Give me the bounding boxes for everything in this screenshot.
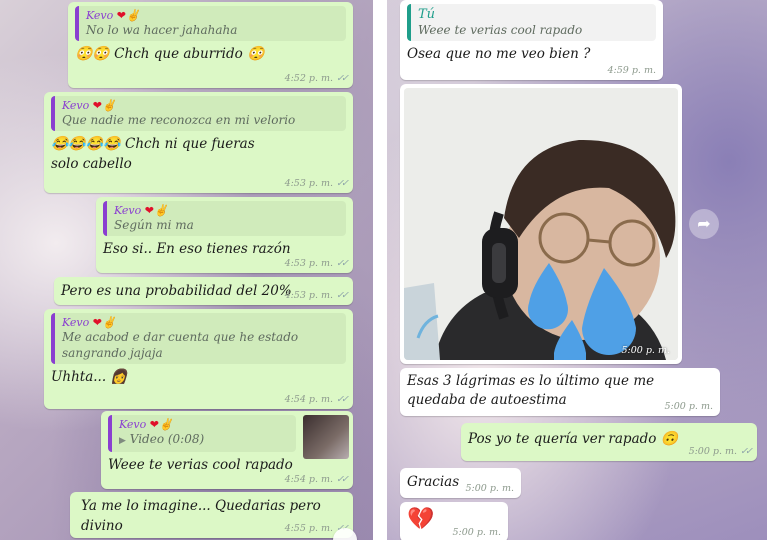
message-text: Eso si.. En eso tienes razón [103, 241, 291, 257]
message-text: Osea que no me veo bien ? [407, 46, 591, 62]
forward-icon: ➦ [697, 214, 711, 233]
video-thumbnail[interactable] [303, 415, 349, 459]
quoted-message[interactable]: Kevo ❤✌ Me acabod e dar cuenta que he es… [51, 313, 346, 364]
chevron-down-icon: ⌄ [339, 533, 351, 540]
read-ticks-icon: ✓✓ [336, 394, 349, 405]
quote-author: Kevo ❤✌ [119, 418, 173, 431]
quote-text: Me acabod e dar cuenta que he estado san… [62, 330, 299, 360]
message-bubble[interactable]: Kevo ❤✌ Que nadie me reconozca en mi vel… [44, 92, 353, 193]
read-ticks-icon: ✓✓ [336, 290, 349, 301]
quoted-message[interactable]: Kevo ❤✌ Según mi ma [103, 201, 346, 236]
message-text: 😂😂😂😂 Chch ni que fueras solo cabello [51, 136, 255, 172]
photo[interactable]: 5:00 p. m. [404, 88, 678, 360]
chat-panel-left: Kevo ❤✌ No lo wa hacer jahahaha 😳😳 Chch … [0, 0, 373, 540]
message-meta: 4:54 p. m. ✓✓ [284, 474, 349, 485]
read-ticks-icon: ✓✓ [740, 446, 753, 457]
message-meta: 4:53 p. m. ✓✓ [284, 290, 349, 301]
message-text: 😳😳 Chch que aburrido 😳 [75, 46, 265, 62]
message-bubble[interactable]: Kevo ❤✌ Según mi ma Eso si.. En eso tien… [96, 197, 353, 273]
quoted-message[interactable]: Kevo ❤✌ No lo wa hacer jahahaha [75, 6, 346, 41]
message-bubble[interactable]: 💔 5:00 p. m. [400, 502, 508, 540]
quoted-message[interactable]: Kevo ❤✌ ▶ Video (0:08) [108, 415, 296, 452]
read-ticks-icon: ✓✓ [336, 474, 349, 485]
quote-text: No lo wa hacer jahahaha [86, 23, 238, 37]
quote-text: Según mi ma [114, 218, 194, 232]
quoted-message[interactable]: Kevo ❤✌ Que nadie me reconozca en mi vel… [51, 96, 346, 131]
video-camera-icon: ▶ [119, 436, 126, 446]
message-meta: 4:53 p. m. ✓✓ [284, 178, 349, 189]
message-bubble[interactable]: Pero es una probabilidad del 20% 4:53 p.… [54, 277, 353, 305]
quote-author: Kevo ❤✌ [86, 9, 140, 22]
photo-time: 5:00 p. m. [621, 345, 670, 356]
message-text: Uhhta... 👩 [51, 369, 128, 385]
face-emoji: 😳 [247, 46, 265, 62]
quote-author: Kevo ❤✌ [62, 99, 116, 112]
scroll-down-button[interactable]: ⌄ [333, 528, 357, 540]
message-meta: 4:52 p. m. ✓✓ [284, 73, 349, 84]
message-bubble[interactable]: Kevo ❤✌ ▶ Video (0:08) Weee te verias co… [101, 411, 353, 489]
message-meta: 5:00 p. m. ✓✓ [688, 446, 753, 457]
message-bubble[interactable]: Kevo ❤✌ Me acabod e dar cuenta que he es… [44, 309, 353, 409]
message-bubble[interactable]: Esas 3 lágrimas es lo último que me qued… [400, 368, 720, 416]
face-emoji: 😳😳 [75, 46, 110, 62]
selfie-image [404, 88, 678, 360]
quote-author: Kevo ❤✌ [114, 204, 168, 217]
upside-down-face-emoji: 🙃 [660, 431, 679, 447]
message-bubble[interactable]: Pos yo te quería ver rapado 🙃 5:00 p. m.… [461, 423, 757, 461]
message-bubble[interactable]: Ya me lo imagine... Quedarias pero divin… [70, 492, 353, 538]
chat-panel-right: Tú Weee te verias cool rapado Osea que n… [387, 0, 767, 540]
message-bubble[interactable]: Gracias 5:00 p. m. [400, 468, 521, 498]
quote-text: Weee te verias cool rapado [418, 23, 583, 37]
message-bubble[interactable]: Tú Weee te verias cool rapado Osea que n… [400, 0, 663, 80]
quote-author: Tú [418, 7, 436, 22]
quote-text: Que nadie me reconozca en mi velorio [62, 113, 296, 127]
message-bubble[interactable]: Kevo ❤✌ No lo wa hacer jahahaha 😳😳 Chch … [68, 2, 353, 88]
forward-button[interactable]: ➦ [689, 209, 719, 239]
message-meta: 5:00 p. m. [664, 401, 713, 412]
photo-message[interactable]: 5:00 p. m. [400, 84, 682, 364]
read-ticks-icon: ✓✓ [336, 178, 349, 189]
read-ticks-icon: ✓✓ [336, 258, 349, 269]
message-meta: 5:00 p. m. [465, 483, 514, 494]
message-text: Esas 3 lágrimas es lo último que me qued… [407, 373, 655, 408]
message-meta: 5:00 p. m. [452, 527, 501, 538]
read-ticks-icon: ✓✓ [336, 73, 349, 84]
quote-text: ▶ Video (0:08) [119, 432, 205, 446]
message-meta: 4:59 p. m. [607, 65, 656, 76]
laughing-emoji: 😂😂😂😂 [51, 136, 121, 152]
quote-author: Kevo ❤✌ [62, 316, 116, 329]
message-meta: 4:54 p. m. ✓✓ [284, 394, 349, 405]
woman-emoji: 👩 [110, 369, 128, 385]
quoted-message[interactable]: Tú Weee te verias cool rapado [407, 4, 656, 41]
message-meta: 4:53 p. m. ✓✓ [284, 258, 349, 269]
